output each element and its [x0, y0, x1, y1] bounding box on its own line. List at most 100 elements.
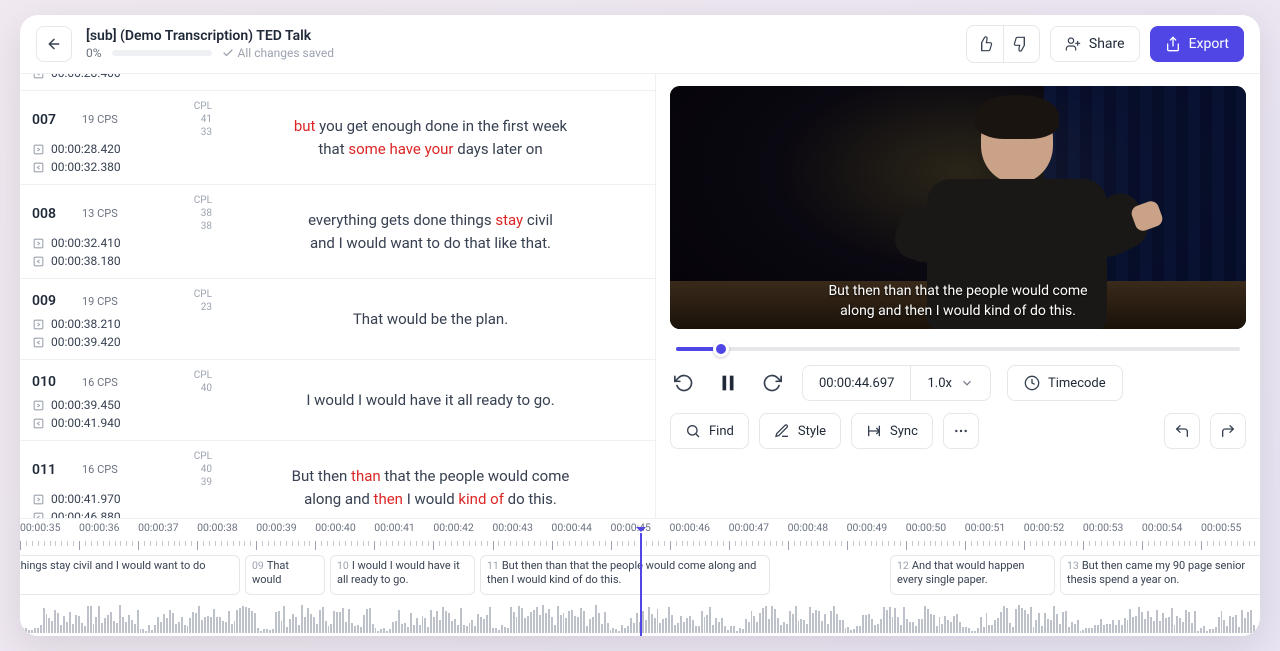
ruler-label: 00:00:39 — [256, 521, 315, 534]
time-out[interactable]: 00:00:41.940 — [51, 416, 121, 430]
ruler-label: 00:00:44 — [551, 521, 610, 534]
subtitle-cps: 19 CPS — [82, 113, 118, 126]
find-button[interactable]: Find — [670, 413, 749, 449]
search-icon — [685, 423, 701, 439]
subtitle-text[interactable]: You get started maybe a little slowly — [218, 74, 643, 80]
back-button[interactable] — [36, 26, 72, 62]
rewind-icon — [674, 373, 694, 393]
clip-number: 12 — [897, 559, 909, 572]
time-in[interactable]: 00:00:41.970 — [51, 492, 121, 506]
header: [sub] (Demo Transcription) TED Talk 0% A… — [20, 15, 1260, 74]
undo-button[interactable] — [1164, 413, 1200, 449]
subtitle-list[interactable]: 006 3700:00:20.04000:00:28.400You get st… — [20, 74, 656, 518]
cpl-label: CPL — [194, 451, 212, 462]
time-out[interactable]: 00:00:38.180 — [51, 254, 121, 268]
cpl-value: 39 — [194, 477, 212, 488]
sync-icon — [866, 423, 882, 439]
ruler-label: 00:00:48 — [788, 521, 847, 534]
time-out[interactable]: 00:00:39.420 — [51, 335, 121, 349]
cpl-label: CPL — [194, 101, 212, 112]
time-in[interactable]: 00:00:38.210 — [51, 317, 121, 331]
seek-slider[interactable] — [676, 347, 1240, 351]
time-out[interactable]: 00:00:46.880 — [51, 510, 121, 518]
cpl-label: CPL — [194, 289, 212, 300]
undo-icon — [1174, 423, 1190, 439]
time-out-icon — [32, 511, 45, 519]
ruler-label: 00:00:46 — [670, 521, 729, 534]
subtitle-row[interactable]: 009 19 CPS CPL2300:00:38.21000:00:39.420… — [20, 279, 655, 360]
time-out[interactable]: 00:00:32.380 — [51, 160, 121, 174]
time-out-icon — [32, 417, 45, 430]
time-out[interactable]: 00:00:28.400 — [51, 74, 121, 80]
timeline-clip[interactable]: 10I would I would have it all ready to g… — [330, 555, 475, 595]
forward-button[interactable] — [758, 369, 786, 397]
chevron-down-icon — [960, 376, 974, 390]
time-out-icon — [32, 161, 45, 174]
subtitle-text[interactable]: but you get enough done in the first wee… — [218, 101, 643, 174]
subtitle-number: 009 — [32, 293, 68, 309]
subtitle-text[interactable]: everything gets done things stay civilan… — [218, 195, 643, 268]
clock-icon — [1024, 375, 1040, 391]
progress-percent: 0% — [86, 46, 102, 60]
cpl-value: 38 — [194, 208, 212, 219]
time-in-icon — [32, 399, 45, 412]
cpl-value: 33 — [194, 127, 212, 138]
time-in-icon — [32, 318, 45, 331]
time-in-icon — [32, 143, 45, 156]
timeline-clip[interactable]: 13But then came my 90 page senior thesis… — [1060, 555, 1260, 595]
pause-icon — [717, 372, 739, 394]
progress-bar — [112, 50, 212, 56]
subtitle-text[interactable]: But then than that the people would come… — [218, 451, 643, 518]
export-button[interactable]: Export — [1150, 26, 1244, 62]
video-player[interactable]: But then than that the people would come… — [670, 86, 1246, 329]
thumbs-up-button[interactable] — [967, 26, 1003, 62]
pause-button[interactable] — [714, 369, 742, 397]
cpl-value: 41 — [194, 114, 212, 125]
more-button[interactable] — [943, 413, 979, 449]
feedback-buttons — [966, 25, 1040, 63]
subtitle-row[interactable]: 011 16 CPS CPL 40 39 00:00:41.970 00:00:46.8… — [20, 441, 655, 518]
time-in[interactable]: 00:00:32.410 — [51, 236, 121, 250]
subtitle-text[interactable]: I would I would have it all ready to go. — [218, 370, 643, 430]
subtitle-cps: 16 CPS — [82, 376, 118, 389]
subtitle-text[interactable]: That would be the plan. — [218, 289, 643, 349]
timeline[interactable]: 00:00:3500:00:3600:00:3700:00:3800:00:39… — [20, 518, 1260, 636]
cpl-value: 40 — [194, 383, 212, 394]
ruler-label: 00:00:47 — [729, 521, 788, 534]
ruler-label: 00:00:50 — [906, 521, 965, 534]
thumbs-up-icon — [977, 36, 993, 52]
ruler-label: 00:00:36 — [79, 521, 138, 534]
ruler-label: 00:00:52 — [1024, 521, 1083, 534]
cpl-value: 40 — [194, 464, 212, 475]
speed-select[interactable]: 1.0x — [910, 366, 990, 400]
timeline-clip[interactable]: 11But then than that the people would co… — [480, 555, 770, 595]
subtitle-number: 007 — [32, 112, 68, 128]
export-icon — [1165, 36, 1181, 52]
subtitle-cps: 13 CPS — [82, 207, 118, 220]
clip-text: And that would happen every single paper… — [897, 559, 1024, 586]
current-timecode[interactable]: 00:00:44.697 — [803, 366, 910, 400]
redo-button[interactable] — [1210, 413, 1246, 449]
subtitle-row[interactable]: 007 19 CPS CPL 41 33 00:00:28.420 00:00:32.3… — [20, 91, 655, 185]
preview-panel: But then than that the people would come… — [656, 74, 1260, 518]
subtitle-row[interactable]: 010 16 CPS CPL4000:00:39.45000:00:41.940… — [20, 360, 655, 441]
thumbs-down-button[interactable] — [1003, 26, 1039, 62]
timeline-clip[interactable]: 09That would — [245, 555, 325, 595]
replay-button[interactable] — [670, 369, 698, 397]
cpl-value: 23 — [194, 302, 212, 313]
subtitle-number: 011 — [32, 462, 68, 478]
subtitle-cps: 16 CPS — [82, 463, 118, 476]
time-in[interactable]: 00:00:39.450 — [51, 398, 121, 412]
timecode-button[interactable]: Timecode — [1008, 366, 1122, 400]
ruler-label: 00:00:42 — [433, 521, 492, 534]
timeline-playhead[interactable] — [640, 533, 642, 636]
sync-button[interactable]: Sync — [851, 413, 933, 449]
subtitle-row[interactable]: 008 13 CPS CPL383800:00:32.41000:00:38.1… — [20, 185, 655, 279]
subtitle-row[interactable]: 006 3700:00:20.04000:00:28.400You get st… — [20, 74, 655, 91]
style-button[interactable]: Style — [759, 413, 841, 449]
ruler-label: 00:00:51 — [965, 521, 1024, 534]
timeline-clip[interactable]: things stay civil and I would want to do — [20, 555, 240, 595]
timeline-clip[interactable]: 12And that would happen every single pap… — [890, 555, 1055, 595]
time-in[interactable]: 00:00:28.420 — [51, 142, 121, 156]
share-button[interactable]: Share — [1050, 26, 1140, 62]
